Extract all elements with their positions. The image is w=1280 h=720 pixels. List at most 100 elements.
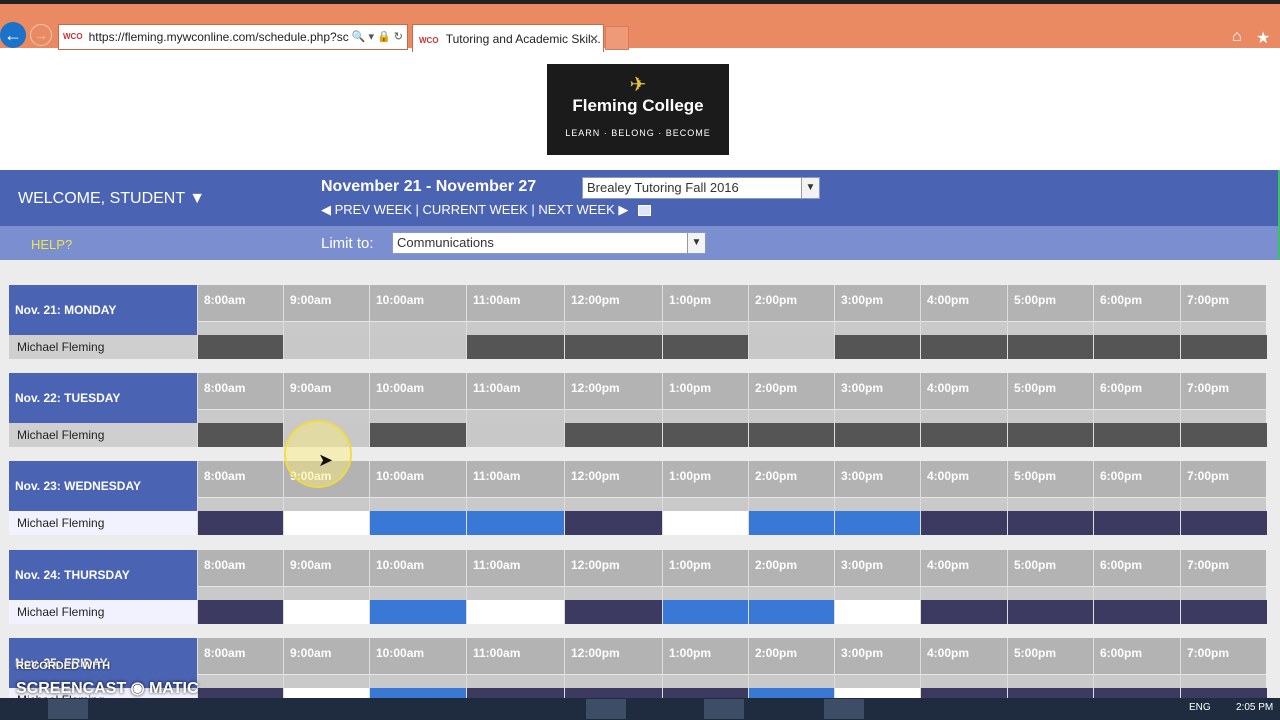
half-hour-cell [370, 586, 466, 600]
prev-week-link[interactable]: ◀ PREV WEEK [321, 202, 412, 217]
time-label: 6:00pm [1100, 558, 1143, 572]
time-label: 3:00pm [841, 558, 884, 572]
recorded-with-text: RECORDED WITH [16, 660, 111, 672]
language-indicator[interactable]: ENG [1189, 702, 1211, 713]
appointment-slot-unavailable [1181, 600, 1267, 624]
appointment-slot-closed [663, 423, 749, 447]
appointment-slot-closed [921, 335, 1008, 359]
half-hour-cell [1094, 497, 1180, 511]
half-hour-cell [467, 321, 564, 335]
half-hour-cell [1181, 497, 1266, 511]
chevron-down-icon[interactable]: ▼ [687, 233, 705, 253]
time-column: 8:00am [197, 285, 284, 359]
time-column: 9:00am [283, 285, 370, 359]
notes-taskbar-icon[interactable] [286, 699, 326, 719]
welcome-menu[interactable]: WELCOME, STUDENT ▼ [18, 190, 205, 208]
tutor-name[interactable]: Michael Fleming [9, 511, 197, 535]
limit-select[interactable]: Communications ▼ [392, 232, 706, 254]
time-column: 11:00am [466, 373, 565, 447]
current-week-link[interactable]: CURRENT WEEK [423, 202, 528, 217]
excel-taskbar-icon[interactable] [526, 699, 566, 719]
next-week-link[interactable]: NEXT WEEK ▶ [538, 202, 628, 217]
time-label: 7:00pm [1187, 646, 1230, 660]
calendar-icon[interactable] [637, 205, 651, 217]
chevron-down-icon[interactable]: ▼ [801, 178, 819, 198]
time-label: 8:00am [204, 381, 246, 395]
appointment-slot-unavailable [198, 600, 284, 624]
tab-tutoring[interactable]: WCO Tutoring and Academic Skil... ✕ [412, 24, 604, 52]
appointment-slot-available[interactable] [284, 600, 370, 624]
time-label: 7:00pm [1187, 558, 1230, 572]
amazon-taskbar-icon[interactable] [466, 699, 506, 719]
tutor-name[interactable]: Michael Fleming [9, 600, 197, 624]
appointment-slot-open_gray [467, 423, 565, 447]
appointment-slot-available[interactable] [467, 600, 565, 624]
address-bar[interactable]: WCO https://fleming.mywconline.com/sched… [58, 24, 408, 50]
record-taskbar-icon[interactable] [764, 699, 804, 719]
appointment-slot-available[interactable] [835, 600, 921, 624]
half-hour-cell [749, 497, 834, 511]
powerpoint-taskbar-icon[interactable] [586, 699, 626, 719]
appointment-slot-unavailable [565, 511, 663, 535]
favorites-star-icon[interactable]: ★ [1256, 28, 1270, 48]
spotify-taskbar-icon[interactable] [406, 699, 446, 719]
time-label: 6:00pm [1100, 646, 1143, 660]
store-taskbar-icon[interactable] [166, 699, 206, 719]
appointment-slot-closed [467, 335, 565, 359]
start-button-icon[interactable] [0, 699, 30, 719]
time-column: 1:00pm [662, 373, 749, 447]
time-label: 3:00pm [841, 381, 884, 395]
help-link[interactable]: HELP? [31, 237, 72, 252]
address-tools-icon[interactable]: 🔍 ▾ 🔒 ↻ [352, 25, 407, 49]
url-text[interactable]: https://fleming.mywconline.com/schedule.… [89, 25, 352, 49]
time-column: 5:00pm [1007, 373, 1094, 447]
paint-taskbar-icon[interactable] [226, 699, 266, 719]
time-label: 1:00pm [669, 293, 712, 307]
snip-taskbar-icon[interactable] [824, 699, 864, 719]
forward-arrow-icon[interactable]: → [30, 24, 52, 46]
time-column: 12:00pm [564, 373, 663, 447]
tutor-name[interactable]: Michael Fleming [9, 423, 197, 447]
time-column: 8:00am [197, 550, 284, 624]
time-label: 11:00am [473, 469, 521, 483]
time-label: 8:00am [204, 558, 246, 572]
half-hour-cell [565, 321, 662, 335]
time-column: 10:00am [369, 550, 467, 624]
time-column: 1:00pm [662, 550, 749, 624]
week-navigation: ◀ PREV WEEK | CURRENT WEEK | NEXT WEEK ▶ [321, 202, 651, 218]
time-label: 6:00pm [1100, 293, 1143, 307]
time-column: 3:00pm [834, 285, 921, 359]
close-icon[interactable]: ✕ [589, 25, 599, 52]
drive-taskbar-icon[interactable] [346, 699, 386, 719]
time-column: 2:00pm [748, 550, 835, 624]
time-label: 12:00pm [571, 293, 620, 307]
half-hour-cell [1008, 497, 1093, 511]
tutor-name[interactable]: Michael Fleming [9, 335, 197, 359]
clock[interactable]: 2:05 PM [1236, 702, 1273, 713]
schedule-select[interactable]: Brealey Tutoring Fall 2016 ▼ [582, 177, 820, 199]
time-label: 10:00am [376, 646, 425, 660]
appointment-slot-available[interactable] [663, 511, 749, 535]
time-label: 5:00pm [1014, 293, 1057, 307]
word-taskbar-icon[interactable] [644, 699, 684, 719]
ie-taskbar-icon[interactable] [48, 699, 88, 719]
appointment-slot-closed [1181, 423, 1267, 447]
time-column: 10:00am [369, 285, 467, 359]
time-column: 2:00pm [748, 373, 835, 447]
tab-favicon-icon: WCO [419, 36, 439, 45]
appointment-slot-booked [749, 600, 835, 624]
home-icon[interactable]: ⌂ [1232, 28, 1242, 46]
folder-taskbar-icon[interactable] [106, 699, 146, 719]
new-tab-button[interactable] [605, 26, 629, 50]
time-column: 4:00pm [920, 285, 1008, 359]
appointment-slot-available[interactable] [284, 511, 370, 535]
back-arrow-icon[interactable]: ← [0, 22, 26, 48]
appointment-slot-closed [835, 423, 921, 447]
appointment-slot-booked [663, 600, 749, 624]
time-label: 2:00pm [755, 558, 798, 572]
time-column: 10:00am [369, 373, 467, 447]
half-hour-cell [663, 409, 748, 423]
time-label: 8:00am [204, 293, 246, 307]
time-column: 6:00pm [1093, 461, 1181, 535]
chrome-taskbar-icon[interactable] [704, 699, 744, 719]
